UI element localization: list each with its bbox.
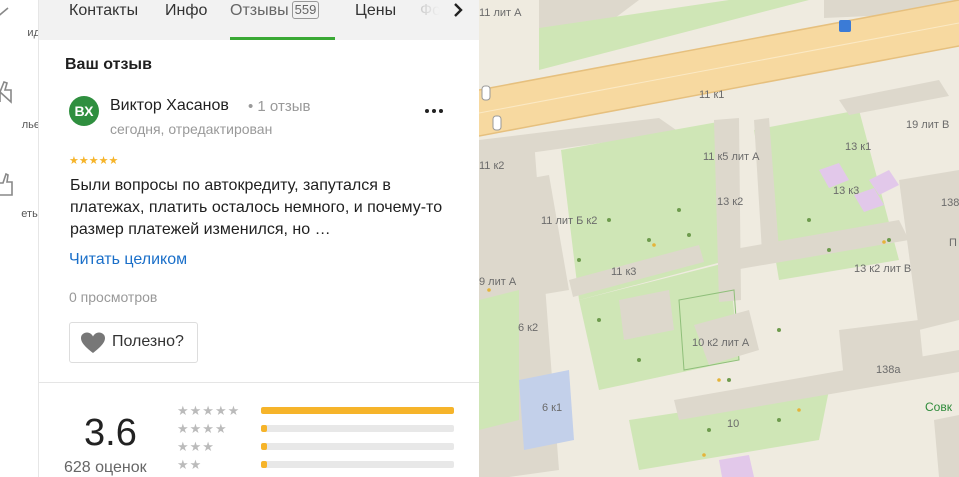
views-count: 0 просмотров [69,289,158,305]
author-name[interactable]: Виктор Хасанов [110,97,229,115]
distribution-bar-2 [261,461,454,468]
rating-value: 3.6 [84,412,137,454]
useful-label: Полезно? [112,333,184,350]
divider [39,382,479,383]
read-more-link[interactable]: Читать целиком [69,251,187,269]
map-label: 6 к2 [518,322,538,334]
tab-label: Отзывы [230,2,289,19]
distribution-fill-5 [261,407,454,414]
map-canvas: 11 лит А 11 к1 19 лит В 11 к5 лит А 13 к… [479,0,959,477]
review-date: сегодня, отредактирован [110,121,273,137]
map-label: П [949,237,957,249]
distribution-stars-4: ★★★★ [177,421,228,436]
map-label: 13 к2 лит В [854,263,911,275]
review-text: Были вопросы по автокредиту, запутался в… [70,177,443,238]
map-label: 19 лит В [906,119,949,131]
map-label: 11 к5 лит А [703,151,760,163]
map-label: 13 к1 [845,141,871,153]
more-dots-icon [425,109,443,113]
distribution-fill-4 [261,425,267,432]
distribution-stars-2: ★★ [177,457,203,472]
tab-info[interactable]: Инфо [165,0,207,40]
map-label: 10 [727,418,739,430]
tab-bar: Контакты Инфо Отзывы559 Цены Фо [39,0,479,40]
distribution-bar-5 [261,407,454,414]
map-label: 138а [876,364,901,376]
heart-icon [81,332,105,353]
rail-item-label: еты [21,208,39,220]
map-label: 13 к2 [717,196,743,208]
rating-count: 628 оценок [64,459,147,476]
useful-button[interactable]: Полезно? [69,322,198,363]
map-label: Совк [925,400,953,414]
map-label: 11 к2 [479,160,504,172]
map-label: 11 лит А [479,7,522,19]
thumbs-up-icon [0,172,13,196]
distribution-fill-3 [261,443,267,450]
chevron-right-icon [454,3,463,17]
distribution-fill-2 [261,461,267,468]
organization-panel: Контакты Инфо Отзывы559 Цены Фо Ваш отзы… [39,0,479,477]
rail-item-label: лье [21,119,39,131]
map-label: 11 к1 [699,89,724,101]
author-review-count: • 1 отзыв [248,98,311,115]
distribution-stars-3: ★★★ [177,439,215,454]
tab-prices[interactable]: Цены [355,0,396,40]
tabs-next-button[interactable] [445,0,475,24]
my-review-heading: Ваш отзыв [65,56,152,73]
app-rail: ид лье еты [0,0,39,477]
distribution-bar-4 [261,425,454,432]
map-label: 11 к3 [611,266,636,278]
distribution-bar-3 [261,443,454,450]
review-stars: ★★★★★ [69,155,119,167]
distribution-stars-5: ★★★★★ [177,403,241,418]
map-label: 6 к1 [542,402,562,414]
more-options-button[interactable] [423,98,447,120]
map-label: 10 к2 лит А [692,337,750,349]
map-label: 11 лит Б к2 [541,215,597,227]
tab-reviews[interactable]: Отзывы 559 [230,0,335,40]
map[interactable]: 11 лит А 11 к1 19 лит В 11 к5 лит А 13 к… [479,0,959,477]
map-label: 13 к3 [833,185,859,197]
reviews-count-badge: 559 [291,1,320,19]
rail-item-label: ид [27,27,39,39]
tab-contacts[interactable]: Контакты [69,0,138,40]
route-icon [0,7,9,16]
map-label: 9 лит А [479,276,517,288]
avatar: ВХ [69,96,99,126]
map-label: 138 [941,197,959,209]
hand-icon [0,81,12,104]
